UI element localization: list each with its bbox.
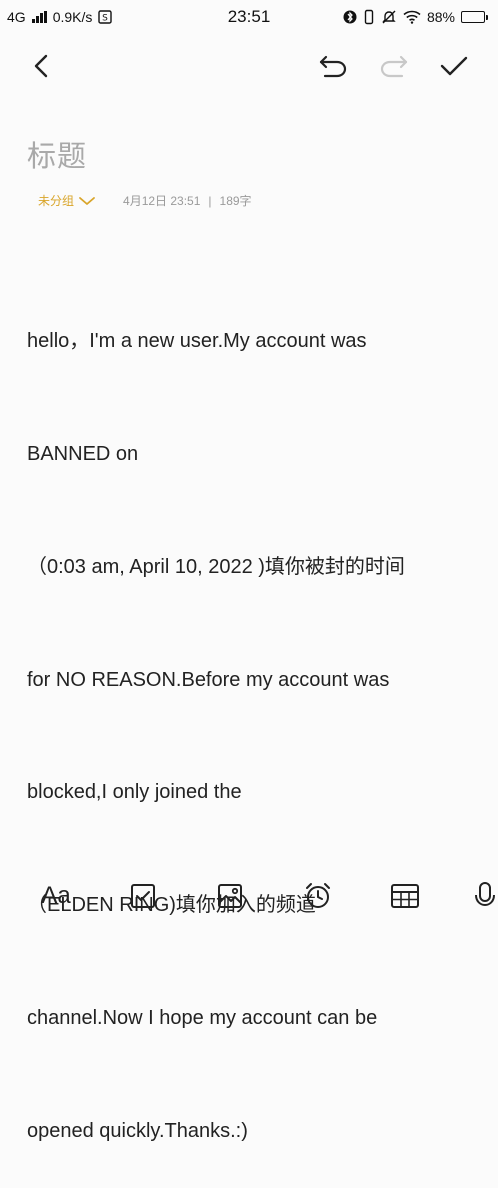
word-count: 189字: [219, 194, 252, 208]
checklist-icon: [131, 884, 155, 908]
note-body-editor[interactable]: hello，I'm a new user.My account was BANN…: [27, 248, 477, 1188]
mute-bell-icon: [381, 9, 397, 25]
note-line: channel.Now I hope my account can be: [27, 1006, 378, 1029]
signal-icon: [31, 11, 47, 23]
microphone-icon: [475, 882, 495, 907]
table-button[interactable]: [385, 876, 425, 916]
image-button[interactable]: [210, 876, 250, 916]
status-bar: 4G 0.9K/s S 23:51 88%: [0, 0, 498, 34]
network-speed: 0.9K/s: [52, 9, 93, 25]
group-label: 未分组: [38, 194, 75, 208]
note-line: BANNED on: [27, 442, 139, 465]
sim-icon: S: [98, 10, 113, 24]
voice-button[interactable]: [472, 876, 498, 916]
note-line: hello，I'm a new user.My account was: [27, 330, 367, 353]
editor-toolbar: [0, 38, 498, 94]
vibrate-icon: [363, 9, 375, 25]
chevron-left-icon: [34, 54, 48, 78]
meta-separator: |: [208, 193, 212, 208]
note-line: for NO REASON.Before my account was: [27, 668, 390, 691]
alarm-icon: [306, 883, 330, 908]
battery-icon: [461, 11, 488, 23]
battery-percent: 88%: [426, 9, 455, 25]
note-line: blocked,I only joined the: [27, 781, 242, 804]
redo-button[interactable]: [372, 44, 416, 88]
note-line: opened quickly.Thanks.:): [27, 1119, 248, 1142]
title-input[interactable]: 标题: [27, 133, 87, 175]
alarm-button[interactable]: [298, 876, 338, 916]
status-right: 88%: [343, 9, 488, 25]
image-icon: [218, 884, 242, 908]
editor-bottom-bar: Aa: [0, 872, 498, 920]
status-left: 4G 0.9K/s S: [7, 9, 113, 25]
bluetooth-icon: [343, 9, 357, 25]
wifi-icon: [403, 10, 421, 24]
font-format-button[interactable]: Aa: [36, 876, 76, 916]
undo-icon: [319, 55, 347, 78]
redo-icon: [380, 55, 408, 78]
svg-text:S: S: [103, 14, 109, 24]
note-line: （0:03 am, April 10, 2022 )填你被封的时间: [27, 555, 405, 578]
checklist-button[interactable]: [123, 876, 163, 916]
network-type: 4G: [7, 9, 26, 25]
checkmark-icon: [440, 56, 468, 76]
group-selector[interactable]: 未分组: [38, 192, 96, 209]
back-button[interactable]: [20, 44, 64, 88]
clock: 23:51: [227, 7, 271, 26]
note-date: 4月12日 23:51: [123, 194, 201, 208]
table-icon: [391, 884, 419, 908]
chevron-down-icon: [79, 196, 95, 205]
font-format-icon: Aa: [41, 882, 71, 909]
note-meta: 未分组 4月12日 23:51 | 189字: [38, 192, 252, 209]
done-button[interactable]: [432, 44, 476, 88]
undo-button[interactable]: [311, 44, 355, 88]
